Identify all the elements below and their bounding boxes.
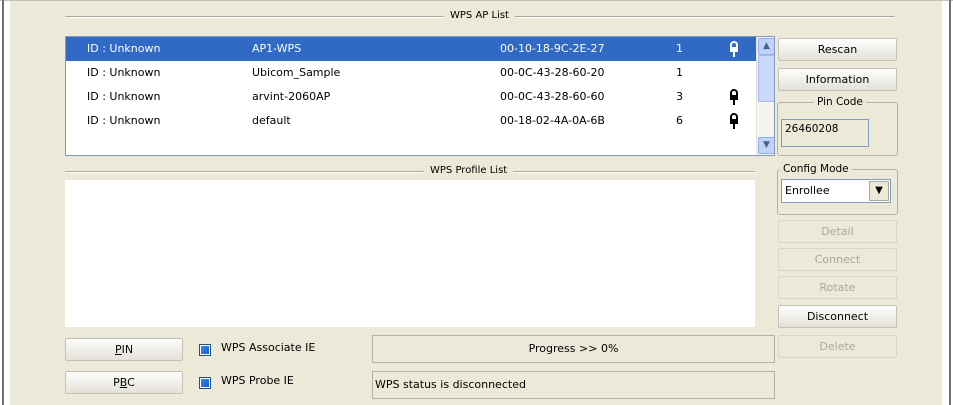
status-text: WPS status is disconnected [375, 378, 526, 391]
ap-id: ID : Unknown [87, 42, 161, 55]
lock-icon [728, 112, 740, 130]
ap-mac: 00-0C-43-28-60-60 [500, 90, 605, 103]
ap-ssid: AP1-WPS [252, 42, 302, 55]
lock-icon [728, 88, 740, 106]
ap-list-title: WPS AP List [444, 9, 515, 23]
ap-row[interactable]: ID : Unknown default 00-18-02-4A-0A-6B 6 [66, 109, 756, 133]
status-box: WPS status is disconnected [372, 371, 775, 399]
profile-list-separator [65, 171, 755, 172]
progress-text: Progress >> 0% [528, 342, 619, 355]
pin-button-rest: IN [121, 343, 134, 356]
pin-code-field: 26460208 [781, 119, 869, 147]
ap-row[interactable]: ID : Unknown Ubicom_Sample 00-0C-43-28-6… [66, 61, 756, 85]
pin-button[interactable]: PIN [65, 338, 183, 361]
ap-row[interactable]: ID : Unknown AP1-WPS 00-10-18-9C-2E-27 1 [66, 37, 756, 61]
wps-probe-ie-checkbox[interactable] [199, 377, 211, 389]
ap-id: ID : Unknown [87, 114, 161, 127]
config-mode-label: Config Mode [780, 163, 852, 175]
pbc-button-prefix: P [113, 376, 120, 389]
detail-button[interactable]: Detail [778, 220, 897, 243]
wps-associate-ie-label: WPS Associate IE [221, 341, 316, 354]
scroll-up-icon[interactable]: ▲ [758, 38, 774, 55]
wps-probe-ie-label: WPS Probe IE [221, 374, 294, 387]
ap-id: ID : Unknown [87, 90, 161, 103]
rescan-button[interactable]: Rescan [778, 38, 897, 61]
wps-profile-list[interactable] [65, 180, 755, 327]
information-button[interactable]: Information [778, 68, 897, 91]
rotate-button[interactable]: Rotate [778, 276, 897, 299]
ap-ssid: arvint-2060AP [252, 90, 331, 103]
pbc-button[interactable]: PBC [65, 371, 183, 394]
config-mode-value: Enrollee [785, 184, 830, 197]
ap-channel: 3 [676, 90, 683, 103]
ap-mac: 00-10-18-9C-2E-27 [500, 42, 605, 55]
ap-channel: 1 [676, 42, 683, 55]
scroll-down-icon[interactable]: ▼ [758, 137, 774, 154]
progress-box: Progress >> 0% [372, 335, 775, 363]
pbc-button-rest: C [127, 376, 135, 389]
config-mode-select[interactable]: Enrollee ▼ [781, 179, 891, 203]
ap-mac: 00-18-02-4A-0A-6B [500, 114, 605, 127]
ap-list[interactable]: ID : Unknown AP1-WPS 00-10-18-9C-2E-27 1… [65, 36, 775, 156]
wps-associate-ie-checkbox[interactable] [199, 344, 211, 356]
scroll-thumb[interactable] [758, 55, 774, 102]
ap-channel: 6 [676, 114, 683, 127]
pin-button-mnemonic: P [114, 343, 122, 356]
disconnect-button[interactable]: Disconnect [778, 305, 897, 328]
ap-row[interactable]: ID : Unknown arvint-2060AP 00-0C-43-28-6… [66, 85, 756, 109]
ap-channel: 1 [676, 66, 683, 79]
connect-button[interactable]: Connect [778, 248, 897, 271]
ap-list-scrollbar[interactable]: ▲ ▼ [756, 37, 774, 155]
ap-id: ID : Unknown [87, 66, 161, 79]
ap-mac: 00-0C-43-28-60-20 [500, 66, 605, 79]
ap-ssid: Ubicom_Sample [252, 66, 341, 79]
left-border [2, 0, 4, 405]
right-border [949, 0, 951, 405]
profile-list-title: WPS Profile List [424, 164, 514, 178]
ap-ssid: default [252, 114, 291, 127]
lock-icon [728, 40, 740, 58]
pin-code-label: Pin Code [814, 96, 866, 108]
chevron-down-icon[interactable]: ▼ [869, 181, 889, 201]
delete-button[interactable]: Delete [778, 335, 897, 358]
